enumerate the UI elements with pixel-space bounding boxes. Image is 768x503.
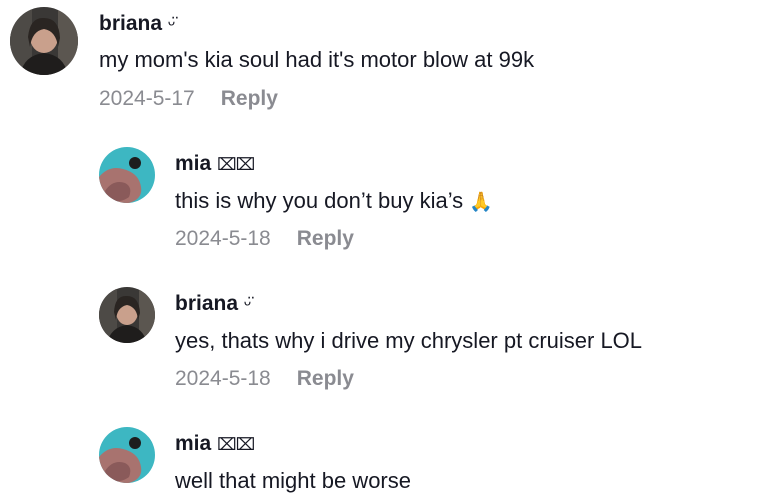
reply-item: briana ᵕ̈ yes, thats why i drive my chry… xyxy=(0,280,768,400)
username[interactable]: mia ⌧⌧ xyxy=(175,432,255,456)
reply-item: mia ⌧⌧ this is why you don’t buy kia’s 🙏… xyxy=(0,140,768,260)
reply-item: mia ⌧⌧ well that might be worse xyxy=(0,420,768,503)
username-text[interactable]: briana xyxy=(99,12,162,35)
comment-text: my mom's kia soul had it's motor blow at… xyxy=(99,47,535,72)
comment-date: 2024-5-17 xyxy=(99,87,195,110)
comment-text: this is why you don’t buy kia’s 🙏 xyxy=(175,188,493,214)
comment-text: yes, thats why i drive my chrysler pt cr… xyxy=(175,328,643,353)
avatar[interactable] xyxy=(99,287,155,343)
comment-text-body: this is why you don’t buy kia’s xyxy=(175,188,464,213)
reply-button[interactable]: Reply xyxy=(297,367,354,390)
comment-date: 2024-5-18 xyxy=(175,367,271,390)
comment-date: 2024-5-18 xyxy=(175,227,271,250)
username-text[interactable]: briana xyxy=(175,292,238,315)
comment-text: well that might be worse xyxy=(175,468,411,493)
username[interactable]: briana ᵕ̈ xyxy=(175,292,251,316)
username-text[interactable]: mia xyxy=(175,152,211,175)
smile-icon: ᵕ̈ xyxy=(167,14,176,35)
comment-meta: 2024-5-18 Reply xyxy=(175,227,354,251)
flag-icon: ⌧⌧ xyxy=(217,155,255,174)
reply-button[interactable]: Reply xyxy=(221,87,278,110)
username-text[interactable]: mia xyxy=(175,432,211,455)
smile-icon: ᵕ̈ xyxy=(243,294,252,315)
praying-hands-icon: 🙏 xyxy=(469,192,493,213)
reply-button[interactable]: Reply xyxy=(297,227,354,250)
username[interactable]: briana ᵕ̈ xyxy=(99,12,175,36)
avatar[interactable] xyxy=(99,147,155,203)
comment-item: briana ᵕ̈ my mom's kia soul had it's mot… xyxy=(0,0,768,120)
avatar[interactable] xyxy=(10,7,78,75)
flag-icon: ⌧⌧ xyxy=(217,435,255,454)
comment-meta: 2024-5-17 Reply xyxy=(99,87,278,111)
username[interactable]: mia ⌧⌧ xyxy=(175,152,255,176)
avatar[interactable] xyxy=(99,427,155,483)
comment-meta: 2024-5-18 Reply xyxy=(175,367,354,391)
